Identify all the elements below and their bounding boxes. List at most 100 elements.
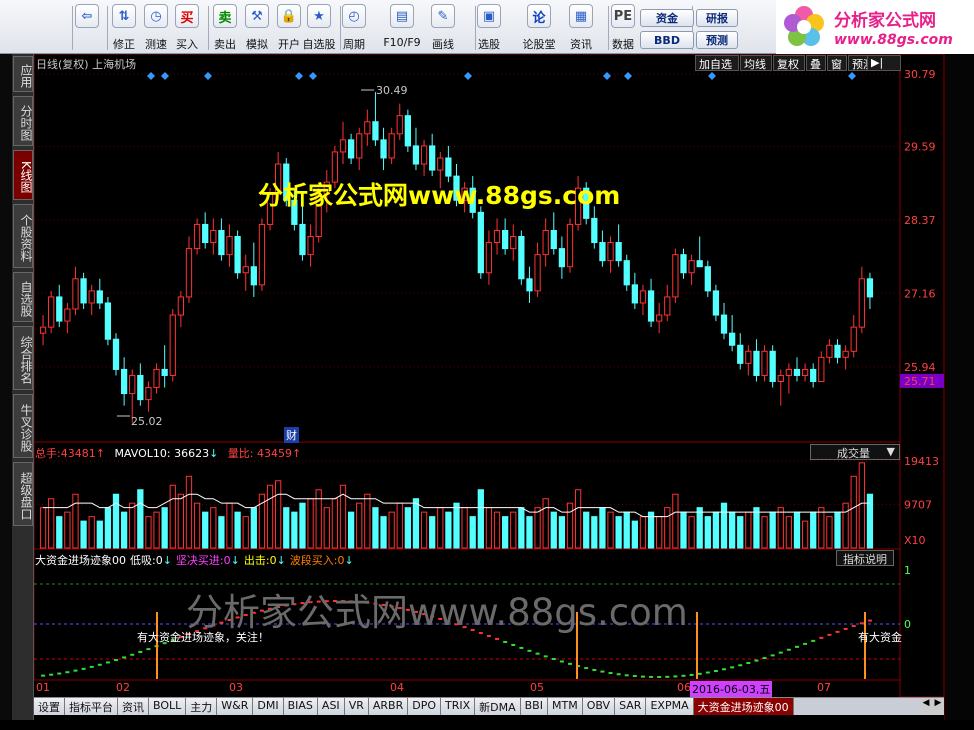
chart-header-button-1[interactable]: 均线 [740,55,772,71]
clock-dropdown-icon: ◴ [342,4,366,28]
toolbar-button-document[interactable]: ▤ F10/F9 [383,4,421,52]
toolbar-button-pencil[interactable]: ✎ 画线 [428,4,458,52]
volume-bar [493,511,501,549]
indicator-dot [503,640,508,643]
chart-header-button-3[interactable]: 叠 [806,55,826,71]
toolbar-button-lock[interactable]: 🔒 开户 [274,4,304,52]
indicator-dot [827,633,832,636]
sidebar-item-0[interactable]: 应用 [13,56,33,92]
logo: 分析家公式网 www.88gs.com [776,0,974,54]
tab-16[interactable]: OBV [582,698,616,715]
tab-scroll-left[interactable]: ◀ [920,698,932,714]
toolbar-label: 测速 [145,38,167,51]
volume-bar [607,511,614,549]
candle-body [120,368,128,395]
toolbar-button-monitor[interactable]: ▣ 选股 [474,4,504,52]
toolbar-pill-pill_yuce[interactable]: 预测 [696,31,738,49]
tab-17[interactable]: SAR [615,698,647,715]
volume-bar [688,516,695,549]
candle-body [591,217,598,244]
indicator-dot [73,669,78,672]
sidebar-item-2[interactable]: K线图 [13,150,33,200]
tab-9[interactable]: VR [344,698,369,715]
volume-bar [834,511,841,549]
sidebar-item-3[interactable]: 个股资料 [13,204,33,268]
indicator-dot [122,656,127,659]
toolbar-button-clock-dropdown[interactable]: ◴ 周期 [339,4,369,52]
volume-unit-label: X10 [904,534,926,547]
indicator-dot [673,675,678,678]
chart-header-title: 日线(复权) 上海机场 [36,58,137,71]
tab-4[interactable]: 主力 [186,698,218,715]
tab-12[interactable]: TRIX [440,698,476,715]
indicator-item-label: 波段买入: [289,554,338,567]
tab-15[interactable]: MTM [547,698,583,715]
toolbar-button-hammer[interactable]: ⚒ 模拟 [242,4,272,52]
volume-bar [347,511,355,549]
indicator-header: 大资金进场迹象00 低吸:0↓ 坚决买进:0↓ 出击:0↓ 波段买入:0↓ [35,552,354,568]
chart-header-button-0[interactable]: 加自选 [695,55,739,71]
candle-body [502,229,509,250]
indicator-item-label: 低吸: [130,554,156,567]
indicator-help-button[interactable]: 指标说明 [836,550,894,566]
indicator-dot [592,668,597,671]
tab-11[interactable]: DPO [408,698,441,715]
tab-18[interactable]: EXPMA [646,698,694,715]
volume-bar [266,484,274,549]
toolbar-button-clock[interactable]: ◷ 测速 [141,4,171,52]
tab-2[interactable]: 资讯 [118,698,149,715]
tab-8[interactable]: ASI [317,698,345,715]
volume-select[interactable]: 成交量 ▼ [810,444,900,460]
volume-tick-label: 9707 [904,498,932,511]
toolbar-pill-pill_yanbao[interactable]: 研报 [696,9,738,27]
toolbar-separator [340,6,341,50]
cai-badge[interactable]: 财 [284,427,299,443]
PE-icon: PE [611,4,635,28]
sidebar-item-4[interactable]: 自选股 [13,272,33,322]
candle-body [137,374,144,401]
tab-6[interactable]: DMI [253,698,284,715]
indicator-dot [786,648,791,651]
volume-bar [388,511,395,549]
tab-5[interactable]: W&R [217,698,254,715]
toolbar-label: F10/F9 [383,36,421,49]
tab-7[interactable]: BIAS [283,698,318,715]
toolbar-button-卖[interactable]: 卖卖出 [210,4,240,52]
toolbar-button-买[interactable]: 买买入 [172,4,202,52]
tab-10[interactable]: ARBR [368,698,409,715]
toolbar-pill-pill_bbd[interactable]: BBD [640,31,694,49]
indicator-dot [81,667,86,670]
sidebar-item-5[interactable]: 综合排名 [13,326,33,390]
volume-header: 总手:43481↑ MAVOL10: 36623↓ 量比: 43459↑ [35,447,302,460]
candle-body [226,236,233,256]
volume-bar [526,516,533,549]
tab-1[interactable]: 指标平台 [65,698,118,715]
toolbar-button-up-down-arrows[interactable]: ⇅ 修正 [109,4,139,52]
pencil-icon: ✎ [431,4,455,28]
volume-bar [210,507,217,549]
toolbar-pill-pill_zijin[interactable]: 资金 [640,9,694,27]
chart-header-button-4[interactable]: 窗 [827,55,847,71]
header-arrow-icon[interactable]: ▶| [867,55,901,71]
toolbar-button-PE[interactable]: PE 数据 [608,4,638,52]
toolbar-button-back-arrow[interactable]: ⇦ [72,4,102,52]
volume-bar [558,516,566,549]
sidebar-item-1[interactable]: 分时图 [13,96,33,146]
toolbar-button-news[interactable]: ▦ 资讯 [566,4,596,52]
down-arrow-icon: ↓ [344,554,354,567]
candle-body [842,350,849,358]
sidebar-item-7[interactable]: 超级盘口 [13,462,33,526]
toolbar-label: 修正 [113,38,135,51]
tab-14[interactable]: BBI [520,698,548,715]
toolbar-button-论[interactable]: 论论股堂 [523,4,556,52]
candle-body [672,254,679,298]
tab-3[interactable]: BOLL [149,698,187,715]
volume-bar [858,462,865,549]
tab-19[interactable]: 大资金进场迹象00 [693,698,794,715]
chart-header-button-2[interactable]: 复权 [773,55,805,71]
tab-scroll-right[interactable]: ▶ [932,698,944,714]
toolbar-button-star-folder[interactable]: ★ 自选股 [303,4,336,52]
sidebar-item-6[interactable]: 牛叉诊股 [13,394,33,458]
tab-0[interactable]: 设置 [34,698,65,715]
tab-13[interactable]: 新DMA [475,698,521,715]
